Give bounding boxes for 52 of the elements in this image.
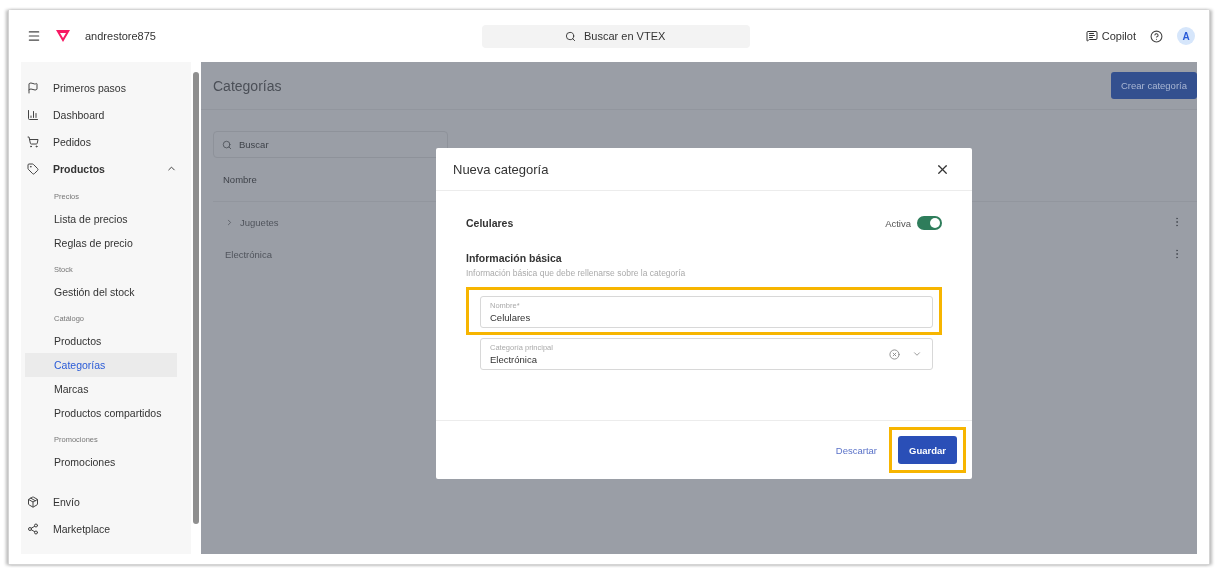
chevron-down-icon[interactable] bbox=[912, 349, 922, 359]
menu-icon[interactable] bbox=[27, 29, 41, 43]
chat-icon bbox=[1085, 30, 1098, 42]
scrollbar-thumb[interactable] bbox=[193, 72, 199, 524]
store-name: andrestore875 bbox=[85, 30, 156, 42]
clear-icon[interactable] bbox=[889, 348, 900, 360]
share-icon bbox=[27, 522, 39, 535]
chevron-right-icon[interactable] bbox=[225, 217, 234, 227]
discard-button[interactable]: Descartar bbox=[829, 443, 884, 457]
copilot-button[interactable]: Copilot bbox=[1085, 30, 1136, 42]
search-input[interactable]: Buscar bbox=[237, 138, 447, 151]
box-icon bbox=[27, 495, 39, 508]
column-header: Nombre bbox=[223, 174, 257, 185]
category-title: Celulares bbox=[466, 217, 514, 229]
search-field[interactable]: Buscar bbox=[213, 131, 448, 158]
sidebar-subitem[interactable]: Marcas bbox=[25, 377, 177, 401]
search-icon bbox=[222, 139, 232, 150]
search-icon bbox=[565, 30, 576, 42]
section-description: Información básica que debe rellenarse sobre la categoría bbox=[466, 268, 687, 278]
field-value: Celulares bbox=[490, 312, 532, 323]
sidebar-item[interactable]: Envío bbox=[21, 488, 191, 515]
sidebar-item[interactable]: Productos bbox=[21, 155, 191, 182]
sidebar-item[interactable]: Marketplace bbox=[21, 515, 191, 542]
section-title: Información básica bbox=[466, 252, 563, 264]
sidebar-subitem[interactable]: Productos bbox=[25, 329, 177, 353]
bar-chart-icon bbox=[27, 108, 39, 121]
save-button[interactable]: Guardar bbox=[898, 436, 957, 464]
cart-icon bbox=[27, 135, 39, 148]
modal-title: Nueva categoría bbox=[453, 161, 550, 177]
user-avatar[interactable]: A bbox=[1177, 27, 1195, 45]
create-category-button[interactable]: Crear categoría bbox=[1111, 72, 1197, 99]
sidebar-item[interactable]: Pedidos bbox=[21, 128, 191, 155]
toggle-label: Activa bbox=[885, 217, 911, 229]
logo-icon bbox=[55, 29, 71, 43]
page-title: Categorías bbox=[213, 77, 282, 94]
sidebar-subitem[interactable]: Lista de precios bbox=[25, 207, 177, 231]
flag-icon bbox=[27, 81, 39, 94]
active-toggle[interactable] bbox=[917, 216, 942, 230]
search-field[interactable]: Buscar en VTEX bbox=[482, 24, 750, 48]
category-name: Juguetes bbox=[240, 216, 279, 228]
tag-icon bbox=[27, 162, 39, 175]
sidebar-subitem[interactable]: Categorías bbox=[25, 353, 177, 377]
sidebar-item[interactable]: Dashboard bbox=[21, 101, 191, 128]
sidebar-subitem[interactable]: Gestión del stock bbox=[25, 280, 177, 304]
help-icon[interactable] bbox=[1150, 29, 1163, 43]
field-value: Electrónica bbox=[490, 354, 538, 365]
sidebar-subitem[interactable]: Productos compartidos bbox=[25, 401, 177, 425]
sidebar-subitem[interactable]: Reglas de precio bbox=[25, 231, 177, 255]
category-name: Electrónica bbox=[225, 248, 272, 260]
sidebar-item[interactable]: Primeros pasos bbox=[21, 74, 191, 101]
sidebar-subitem[interactable]: Promociones bbox=[25, 450, 177, 474]
search-input[interactable]: Buscar en VTEX bbox=[582, 29, 667, 43]
